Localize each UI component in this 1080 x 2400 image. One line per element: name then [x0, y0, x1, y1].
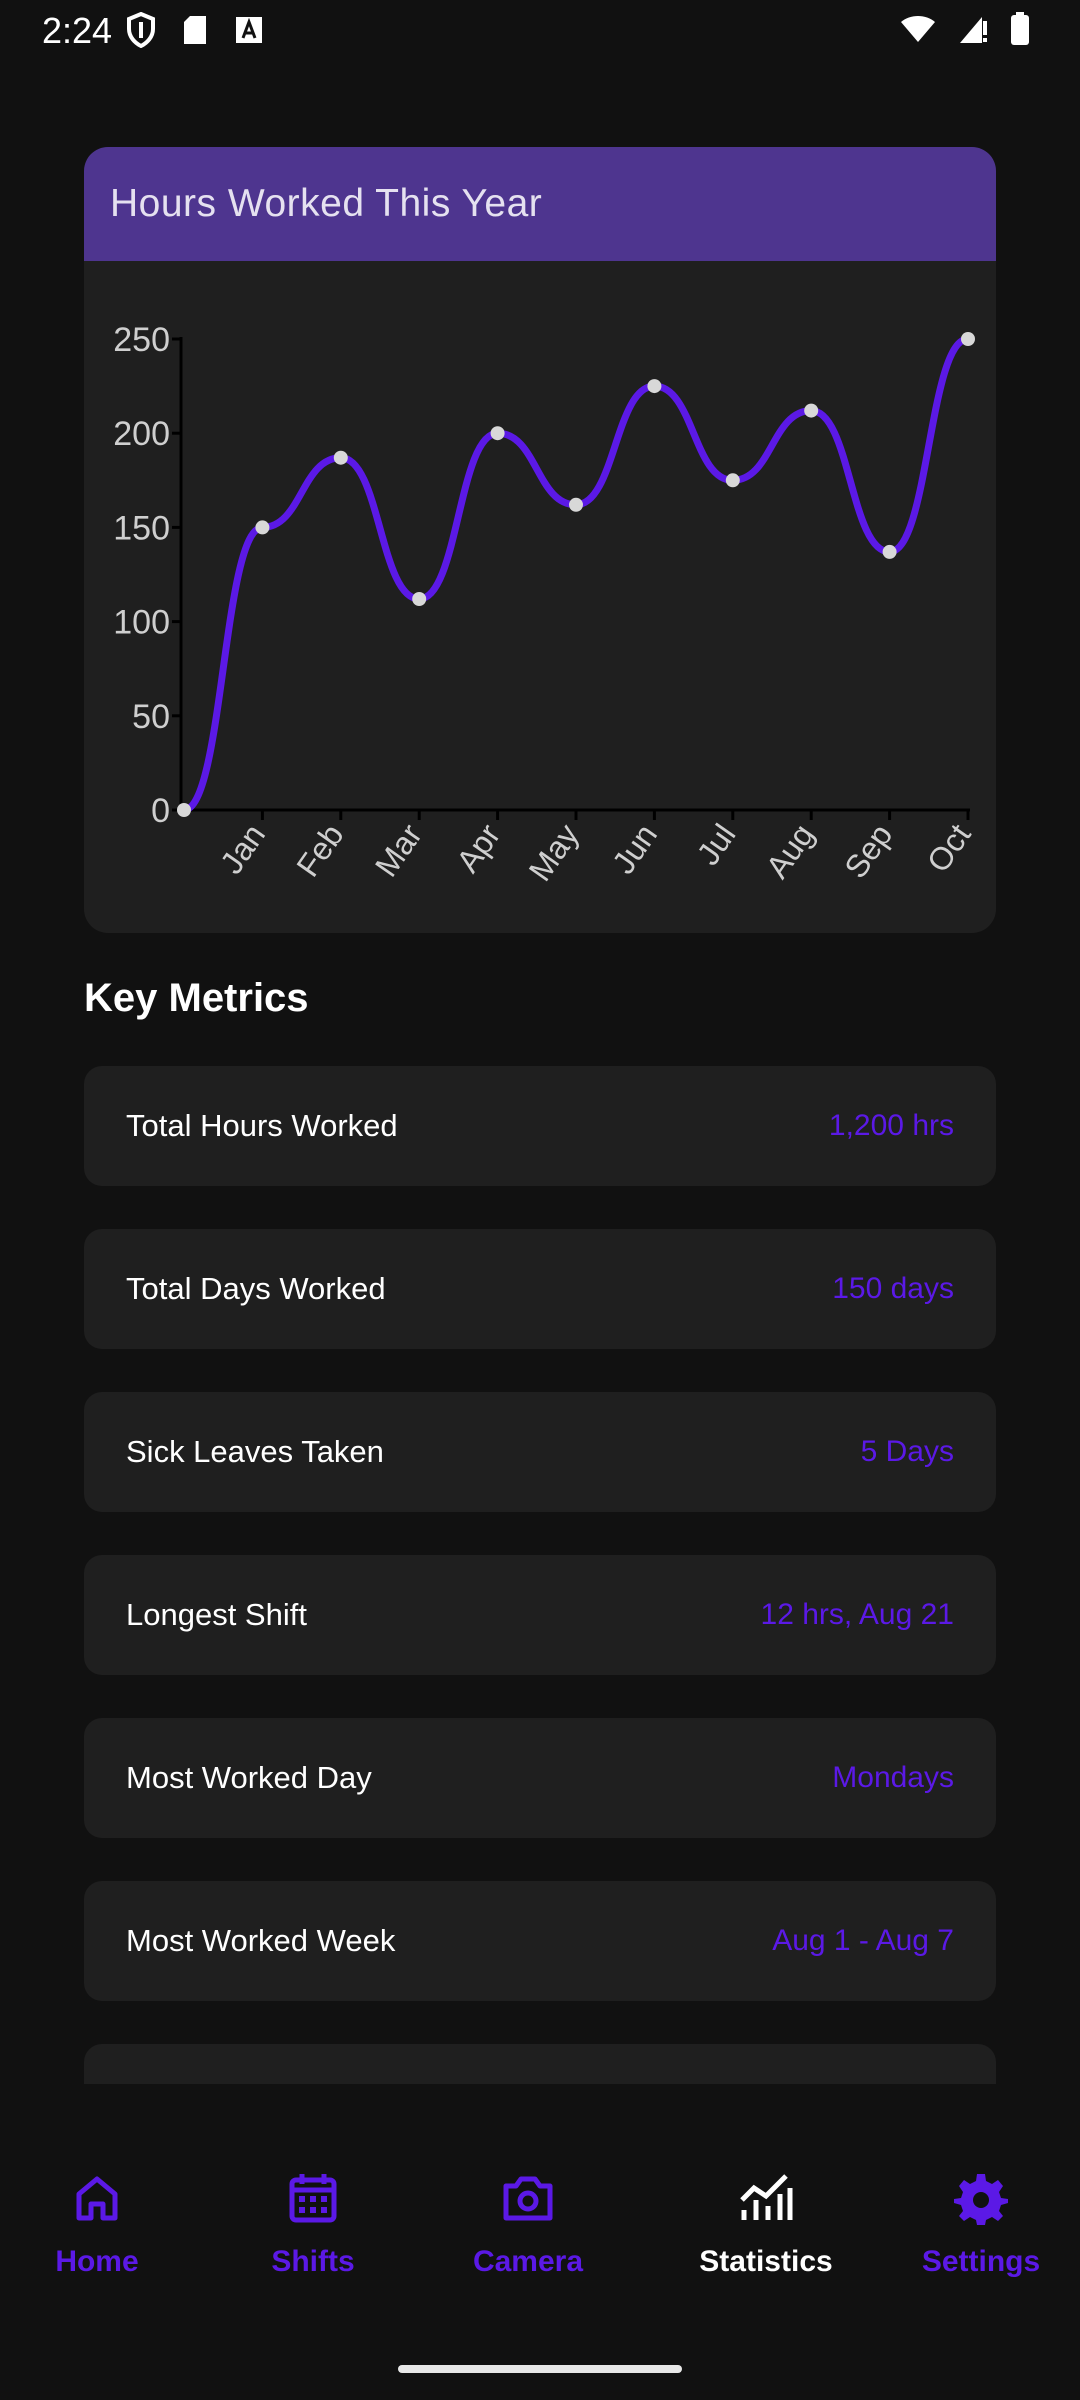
x-tick-label: Apr: [449, 817, 507, 879]
metric-value: Aug 1 - Aug 7: [772, 1924, 954, 1957]
home-icon: [69, 2170, 125, 2231]
battery-icon: [1010, 12, 1030, 51]
data-point: [961, 332, 975, 346]
nav-home[interactable]: Home: [0, 2170, 197, 2279]
gear-icon: [953, 2170, 1009, 2231]
status-bar: 2:24: [0, 0, 1080, 62]
data-point: [569, 497, 583, 512]
hours-chart-card: Hours Worked This Year 0 50 100 150 200 250 Ja…: [84, 147, 996, 933]
nav-label: Statistics: [699, 2245, 833, 2278]
metric-value: 150 days: [832, 1272, 954, 1305]
series-line: [180, 335, 972, 814]
metric-value: 12 hrs, Aug 21: [760, 1598, 954, 1631]
x-tick-label: Aug: [759, 817, 821, 884]
metric-label: Longest Shift: [126, 1597, 307, 1632]
metric-card-longest-shift[interactable]: Longest Shift 12 hrs, Aug 21: [84, 1555, 996, 1675]
data-point: [412, 591, 427, 606]
metric-label: Most Worked Day: [126, 1760, 372, 1795]
nav-label: Camera: [472, 2245, 584, 2278]
data-point: [490, 426, 505, 441]
x-tick-label: Jul: [690, 817, 743, 871]
status-time: 2:24: [42, 10, 113, 51]
x-tick-label: Jan: [213, 817, 272, 880]
data-point: [333, 450, 348, 465]
status-icons-right: [900, 12, 1030, 51]
nav-shifts[interactable]: Shifts: [213, 2170, 413, 2279]
x-tick-label: May: [522, 817, 586, 887]
key-metrics-title: Key Metrics: [84, 976, 309, 1020]
key-metrics-list: Total Hours Worked 1,200 hrs Total Days …: [84, 1066, 996, 2084]
metric-card-partial[interactable]: [84, 2044, 996, 2084]
data-point: [725, 473, 740, 488]
metric-label: Total Days Worked: [126, 1271, 386, 1306]
nav-label: Shifts: [271, 2245, 355, 2278]
camera-icon: [500, 2170, 556, 2231]
metric-label: Most Worked Week: [126, 1923, 396, 1958]
data-point: [177, 803, 191, 817]
y-tick-label: 0: [151, 792, 170, 830]
nav-statistics[interactable]: Statistics: [666, 2170, 866, 2279]
nav-settings[interactable]: Settings: [881, 2170, 1080, 2279]
hours-line-chart: 0 50 100 150 200 250 Jan Feb Mar Apr May Jun Jul Aug S…: [113, 321, 978, 888]
y-tick-label: 200: [113, 415, 170, 453]
metric-value: 5 Days: [860, 1435, 954, 1468]
data-point: [255, 520, 270, 535]
data-point: [804, 403, 819, 418]
chart-title: Hours Worked This Year: [84, 147, 996, 261]
data-point: [647, 379, 662, 394]
metric-card-most-worked-day[interactable]: Most Worked Day Mondays: [84, 1718, 996, 1838]
shield-icon: [126, 11, 156, 53]
data-point: [882, 544, 897, 559]
y-tick-label: 150: [113, 509, 170, 547]
x-tick-label: Sep: [837, 817, 899, 884]
x-tick-label: Jun: [605, 817, 664, 880]
nav-camera[interactable]: Camera: [428, 2170, 628, 2279]
y-tick-label: 50: [132, 698, 170, 736]
signal-icon: [958, 13, 988, 50]
y-tick-label: 250: [113, 321, 170, 359]
status-icons-left: [126, 11, 264, 53]
metric-card-sick-leaves[interactable]: Sick Leaves Taken 5 Days: [84, 1392, 996, 1512]
x-tick-label: Mar: [368, 817, 429, 883]
nav-label: Home: [55, 2245, 139, 2278]
calendar-icon: [285, 2170, 341, 2231]
metric-value: 1,200 hrs: [828, 1109, 954, 1142]
home-indicator: [398, 2365, 682, 2373]
nav-label: Settings: [921, 2245, 1041, 2278]
x-tick-label: Feb: [289, 817, 350, 883]
bottom-nav: Home Shifts Camera Statistics Settings: [0, 2140, 1080, 2300]
font-a-icon: [234, 15, 264, 50]
metric-card-most-worked-week[interactable]: Most Worked Week Aug 1 - Aug 7: [84, 1881, 996, 2001]
sd-card-icon: [182, 14, 208, 51]
x-tick-label: Oct: [920, 817, 978, 879]
wifi-icon: [900, 14, 936, 49]
metric-value: Mondays: [832, 1761, 954, 1794]
metric-card-total-days[interactable]: Total Days Worked 150 days: [84, 1229, 996, 1349]
metric-card-total-hours[interactable]: Total Hours Worked 1,200 hrs: [84, 1066, 996, 1186]
metric-label: Total Hours Worked: [126, 1108, 398, 1143]
y-tick-label: 100: [113, 604, 170, 642]
chart-icon: [738, 2170, 794, 2231]
metric-label: Sick Leaves Taken: [126, 1434, 384, 1469]
